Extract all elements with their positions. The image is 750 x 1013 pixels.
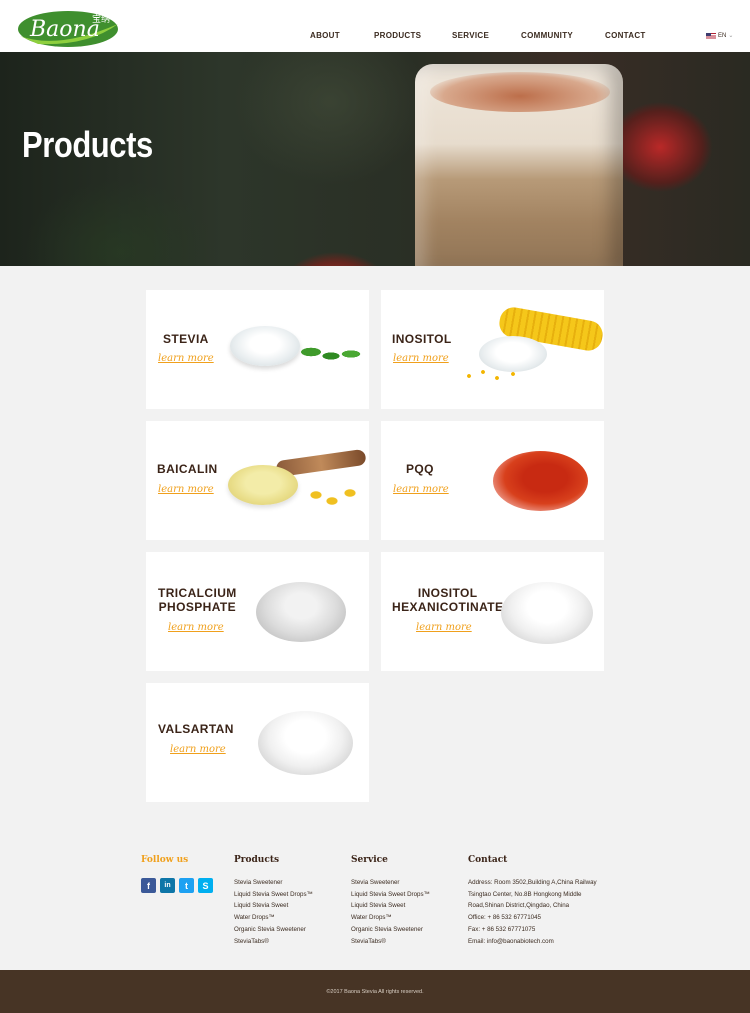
pqq-powder-image (493, 451, 588, 511)
nav-about[interactable]: ABOUT (310, 31, 340, 40)
footer-link[interactable]: Liquid Stevia Sweet (351, 900, 430, 912)
skype-icon[interactable]: S (198, 878, 213, 893)
footer-link[interactable]: Water Drops™ (351, 912, 430, 924)
copyright-text: ©2017 Baona Stevia All rights reserved. (326, 989, 424, 995)
main-nav: ABOUT PRODUCTS SERVICE COMMUNITY CONTACT (0, 31, 750, 43)
contact-address-line: Address: Room 3502,Building A,China Rail… (468, 879, 597, 886)
learn-more-link[interactable]: learn more (170, 744, 226, 755)
linkedin-icon[interactable]: in (160, 878, 175, 893)
nav-community[interactable]: COMMUNITY (521, 31, 573, 40)
facebook-icon[interactable]: f (141, 878, 156, 893)
valsartan-powder-image (258, 711, 353, 775)
learn-more-link[interactable]: learn more (158, 353, 214, 364)
product-card-valsartan[interactable]: VALSARTAN learn more (146, 683, 369, 802)
footer-link[interactable]: Water Drops™ (234, 912, 313, 924)
contact-fax: Fax: + 86 532 67771075 (468, 925, 536, 933)
product-name: BAICALIN (157, 462, 218, 476)
stevia-powder-image (230, 326, 300, 366)
product-card-inositol[interactable]: INOSITOL learn more (381, 290, 605, 409)
product-card-pqq[interactable]: PQQ learn more (381, 421, 604, 540)
social-links: f in t S (141, 878, 213, 893)
product-name: TRICALCIUM PHOSPHATE (158, 586, 237, 614)
footer-link[interactable]: Stevia Sweetener (234, 877, 313, 889)
language-label: EN (718, 32, 727, 39)
inositol-powder-image (479, 336, 547, 372)
product-card-stevia[interactable]: STEVIA learn more (146, 290, 369, 409)
products-link-list: Stevia Sweetener Liquid Stevia Sweet Dro… (234, 877, 313, 947)
learn-more-link[interactable]: learn more (416, 622, 472, 633)
footer-link[interactable]: Liquid Stevia Sweet Drops™ (234, 889, 313, 901)
nav-products[interactable]: PRODUCTS (374, 31, 421, 40)
tricalcium-phosphate-powder-image (256, 582, 346, 642)
learn-more-link[interactable]: learn more (393, 353, 449, 364)
nav-service[interactable]: SERVICE (452, 31, 489, 40)
footer-link[interactable]: Organic Stevia Sweetener (234, 924, 313, 936)
learn-more-link[interactable]: learn more (393, 484, 449, 495)
contact-heading: Contact (468, 855, 508, 865)
inositol-hexanicotinate-powder-image (501, 582, 593, 644)
hero-banner: Products (0, 52, 750, 266)
product-card-baicalin[interactable]: BAICALIN learn more (146, 421, 369, 540)
logo-cn-text: 宝纳 (92, 13, 110, 25)
footer-link[interactable]: Liquid Stevia Sweet (234, 900, 313, 912)
footer-link[interactable]: Stevia Sweetener (351, 877, 430, 889)
follow-us-heading: Follow us (141, 855, 189, 865)
us-flag-icon (706, 32, 716, 39)
footer-link[interactable]: Organic Stevia Sweetener (351, 924, 430, 936)
product-name: VALSARTAN (158, 722, 234, 736)
language-selector[interactable]: EN ⌄ (706, 32, 733, 39)
footer-link[interactable]: Liquid Stevia Sweet Drops™ (351, 889, 430, 901)
contact-email[interactable]: Email: info@baonabiotech.com (468, 936, 597, 948)
twitter-icon[interactable]: t (179, 878, 194, 893)
service-link-list: Stevia Sweetener Liquid Stevia Sweet Dro… (351, 877, 430, 947)
contact-address-line: Road,Shinan District,Qingdao, China (468, 902, 570, 910)
footer-bottom-bar: ©2017 Baona Stevia All rights reserved. (0, 970, 750, 1013)
page-title: Products (22, 124, 153, 165)
product-name: STEVIA (163, 332, 209, 346)
cinnamon-topping-image (430, 72, 610, 112)
footer-link[interactable]: SteviaTabs® (234, 936, 313, 948)
baicalin-capsules-image (306, 483, 366, 507)
contact-office: Office: + 86 532 67771045 (468, 914, 541, 922)
nav-contact[interactable]: CONTACT (605, 31, 646, 40)
chevron-down-icon: ⌄ (728, 33, 734, 39)
product-name: INOSITOL HEXANICOTINATE (392, 586, 504, 614)
site-header: Baona 宝纳 ABOUT PRODUCTS SERVICE COMMUNIT… (0, 0, 750, 52)
baicalin-powder-image (228, 465, 298, 505)
learn-more-link[interactable]: learn more (158, 484, 214, 495)
footer-link[interactable]: SteviaTabs® (351, 936, 430, 948)
contact-info-list: Address: Room 3502,Building A,China Rail… (468, 877, 597, 947)
product-name: INOSITOL (392, 332, 452, 346)
product-card-tricalcium-phosphate[interactable]: TRICALCIUM PHOSPHATE learn more (146, 552, 369, 671)
learn-more-link[interactable]: learn more (168, 622, 224, 633)
product-name: PQQ (406, 462, 434, 476)
products-heading: Products (234, 855, 280, 865)
corn-kernels-image (463, 368, 523, 382)
product-card-inositol-hexanicotinate[interactable]: INOSITOL HEXANICOTINATE learn more (381, 552, 604, 671)
site-footer: Follow us f in t S Products Stevia Sweet… (0, 828, 750, 970)
service-heading: Service (351, 855, 388, 865)
stevia-leaves-image (296, 342, 368, 366)
contact-address-line: Tsingtao Center, No.8B Hongkong Middle (468, 890, 582, 898)
